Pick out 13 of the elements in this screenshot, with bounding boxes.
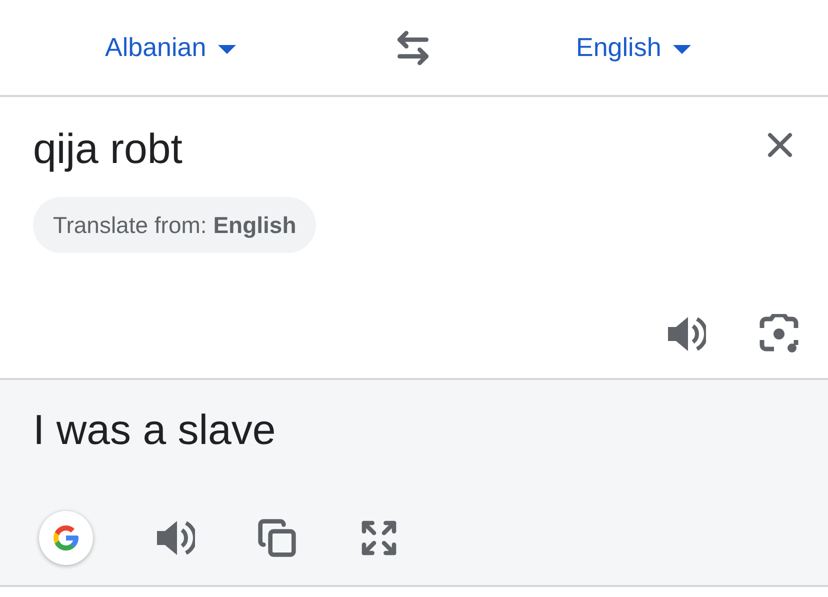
speaker-icon[interactable]: [666, 315, 706, 353]
source-language-button[interactable]: Albanian: [105, 28, 305, 67]
camera-icon[interactable]: [758, 314, 800, 354]
copy-icon[interactable]: [257, 518, 297, 558]
dropdown-caret-icon: [673, 44, 692, 54]
fullscreen-icon[interactable]: [359, 518, 399, 558]
suggestion-chip[interactable]: Translate from: English: [33, 197, 316, 253]
speaker-icon[interactable]: [155, 519, 195, 557]
target-language-button[interactable]: English: [576, 28, 692, 67]
source-text[interactable]: qija robt: [33, 119, 795, 179]
dropdown-caret-icon: [218, 44, 236, 54]
google-logo-icon[interactable]: [39, 511, 93, 565]
translation-text: I was a slave: [33, 405, 277, 455]
